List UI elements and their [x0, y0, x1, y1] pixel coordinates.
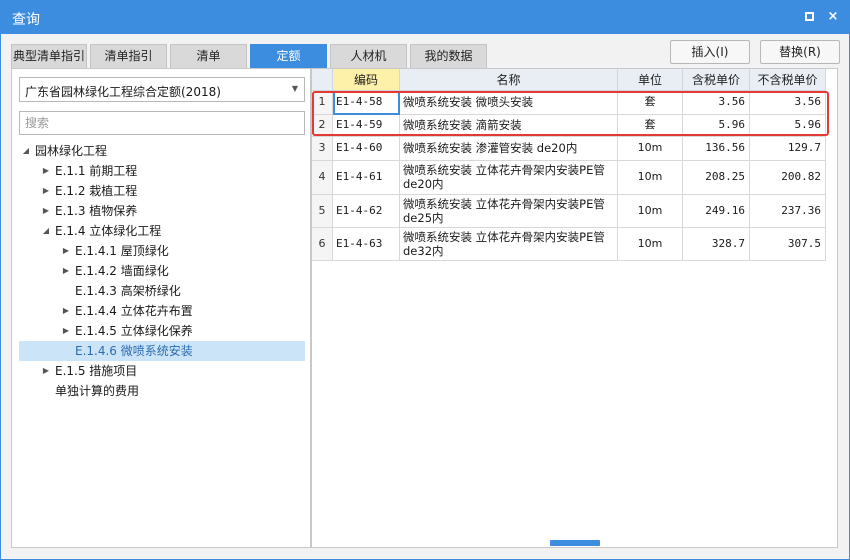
tree-node-label: E.1.4.2 墙面绿化: [75, 264, 169, 278]
tree-node-landscape[interactable]: ◢ 园林绿化工程: [19, 141, 305, 161]
tree-node-e1143[interactable]: E.1.4.3 高架桥绿化: [19, 281, 305, 301]
table-cell-price-tax[interactable]: 3.56: [683, 91, 750, 115]
table-cell-name[interactable]: 微喷系统安装 立体花卉骨架内安装PE管 de20内: [400, 161, 618, 195]
table-cell-code[interactable]: E1-4-62: [333, 195, 400, 228]
library-select-value: 广东省园林绿化工程综合定额(2018): [25, 85, 221, 99]
window-title: 查询: [12, 12, 40, 28]
tree-node-label: E.1.1 前期工程: [55, 164, 138, 178]
tree-node-label: 单独计算的费用: [55, 384, 140, 398]
row-index: 3: [312, 137, 333, 161]
tree-node-label: E.1.2 栽植工程: [55, 184, 138, 198]
tree-node-label: E.1.4.4 立体花卉布置: [75, 304, 193, 318]
table-cell-code[interactable]: E1-4-61: [333, 161, 400, 195]
table-cell-unit[interactable]: 套: [618, 115, 683, 137]
tree-node-label: 园林绿化工程: [35, 144, 108, 158]
maximize-icon[interactable]: [800, 8, 818, 26]
collapsed-caret-icon[interactable]: ▶: [61, 241, 71, 261]
tree-node-label: E.1.4.3 高架桥绿化: [75, 284, 181, 298]
row-index: 4: [312, 161, 333, 195]
collapsed-caret-icon[interactable]: ▶: [41, 181, 51, 201]
row-index: 6: [312, 228, 333, 261]
left-panel: 广东省园林绿化工程综合定额(2018) ▼ ◢ 园林绿化工程 ▶ E.1.1 前…: [11, 68, 311, 548]
quota-table-panel: 编码 名称 单位 含税单价 不含税单价 1 E1-4-58 微喷系统安装 微喷头…: [311, 68, 838, 548]
tab-labor-material-machine[interactable]: 人材机: [330, 44, 407, 68]
tab-list-guide[interactable]: 清单指引: [90, 44, 167, 68]
tree-node-e111[interactable]: ▶ E.1.1 前期工程: [19, 161, 305, 181]
table-cell-price-tax[interactable]: 136.56: [683, 137, 750, 161]
tree-node-label: E.1.4.5 立体绿化保养: [75, 324, 193, 338]
tree-node-separate-fees[interactable]: 单独计算的费用: [19, 381, 305, 401]
table-cell-unit[interactable]: 10m: [618, 195, 683, 228]
collapsed-caret-icon[interactable]: ▶: [41, 201, 51, 221]
collapsed-caret-icon[interactable]: ▶: [61, 301, 71, 321]
tree-node-e1144[interactable]: ▶ E.1.4.4 立体花卉布置: [19, 301, 305, 321]
tree-node-e112[interactable]: ▶ E.1.2 栽植工程: [19, 181, 305, 201]
table-cell-price-tax[interactable]: 208.25: [683, 161, 750, 195]
expanded-caret-icon[interactable]: ◢: [21, 141, 31, 161]
tab-list[interactable]: 清单: [170, 44, 247, 68]
tree-node-e1145[interactable]: ▶ E.1.4.5 立体绿化保养: [19, 321, 305, 341]
table-cell-price-notax[interactable]: 237.36: [750, 195, 826, 228]
splitter-handle[interactable]: [550, 540, 600, 546]
tree-node-label: E.1.5 措施项目: [55, 364, 138, 378]
tab-my-data[interactable]: 我的数据: [410, 44, 487, 68]
tree-node-e114[interactable]: ◢ E.1.4 立体绿化工程: [19, 221, 305, 241]
collapsed-caret-icon[interactable]: ▶: [41, 361, 51, 381]
table-cell-code[interactable]: E1-4-58: [333, 91, 400, 115]
table-cell-name[interactable]: 微喷系统安装 滴箭安装: [400, 115, 618, 137]
search-input[interactable]: [19, 111, 305, 135]
column-header-code[interactable]: 编码: [333, 69, 400, 91]
tree-node-e1141[interactable]: ▶ E.1.4.1 屋顶绿化: [19, 241, 305, 261]
insert-button[interactable]: 插入(I): [670, 40, 750, 64]
table-cell-unit[interactable]: 10m: [618, 161, 683, 195]
table-cell-price-notax[interactable]: 307.5: [750, 228, 826, 261]
tree-node-e115[interactable]: ▶ E.1.5 措施项目: [19, 361, 305, 381]
chevron-down-icon: ▼: [291, 84, 298, 93]
column-header-price-notax[interactable]: 不含税单价: [750, 69, 826, 91]
tree-node-e1146[interactable]: E.1.4.6 微喷系统安装: [19, 341, 305, 361]
collapsed-caret-icon[interactable]: ▶: [61, 261, 71, 281]
tree-node-label: E.1.4.6 微喷系统安装: [75, 344, 193, 358]
table-cell-name[interactable]: 微喷系统安装 立体花卉骨架内安装PE管 de25内: [400, 195, 618, 228]
tree-node-e1142[interactable]: ▶ E.1.4.2 墙面绿化: [19, 261, 305, 281]
tree-node-label: E.1.3 植物保养: [55, 204, 138, 218]
collapsed-caret-icon[interactable]: ▶: [41, 161, 51, 181]
table-cell-name[interactable]: 微喷系统安装 微喷头安装: [400, 91, 618, 115]
table-cell-name[interactable]: 微喷系统安装 立体花卉骨架内安装PE管 de32内: [400, 228, 618, 261]
table-cell-code[interactable]: E1-4-59: [333, 115, 400, 137]
replace-button[interactable]: 替换(R): [760, 40, 840, 64]
table-cell-code[interactable]: E1-4-63: [333, 228, 400, 261]
tab-quota[interactable]: 定额: [250, 44, 327, 68]
table-cell-unit[interactable]: 套: [618, 91, 683, 115]
table-cell-price-notax[interactable]: 5.96: [750, 115, 826, 137]
title-bar: 查询 ×: [0, 0, 850, 34]
table-cell-price-tax[interactable]: 249.16: [683, 195, 750, 228]
column-header-price-tax[interactable]: 含税单价: [683, 69, 750, 91]
row-index: 2: [312, 115, 333, 137]
row-index: 1: [312, 91, 333, 115]
table-cell-name[interactable]: 微喷系统安装 渗灌管安装 de20内: [400, 137, 618, 161]
column-header-unit[interactable]: 单位: [618, 69, 683, 91]
table-cell-unit[interactable]: 10m: [618, 137, 683, 161]
table-cell-price-notax[interactable]: 200.82: [750, 161, 826, 195]
tree-node-e113[interactable]: ▶ E.1.3 植物保养: [19, 201, 305, 221]
table-cell-price-notax[interactable]: 3.56: [750, 91, 826, 115]
column-header-index: [312, 69, 333, 91]
row-index: 5: [312, 195, 333, 228]
column-header-name[interactable]: 名称: [400, 69, 618, 91]
tree-node-label: E.1.4.1 屋顶绿化: [75, 244, 169, 258]
table-cell-code[interactable]: E1-4-60: [333, 137, 400, 161]
table-cell-price-tax[interactable]: 328.7: [683, 228, 750, 261]
table-cell-price-notax[interactable]: 129.7: [750, 137, 826, 161]
table-cell-unit[interactable]: 10m: [618, 228, 683, 261]
tree-node-label: E.1.4 立体绿化工程: [55, 224, 162, 238]
expanded-caret-icon[interactable]: ◢: [41, 221, 51, 241]
library-select[interactable]: 广东省园林绿化工程综合定额(2018) ▼: [19, 77, 305, 102]
collapsed-caret-icon[interactable]: ▶: [61, 321, 71, 341]
table-cell-price-tax[interactable]: 5.96: [683, 115, 750, 137]
close-icon[interactable]: ×: [824, 8, 842, 26]
tab-typical-list-guide[interactable]: 典型清单指引: [11, 44, 87, 68]
